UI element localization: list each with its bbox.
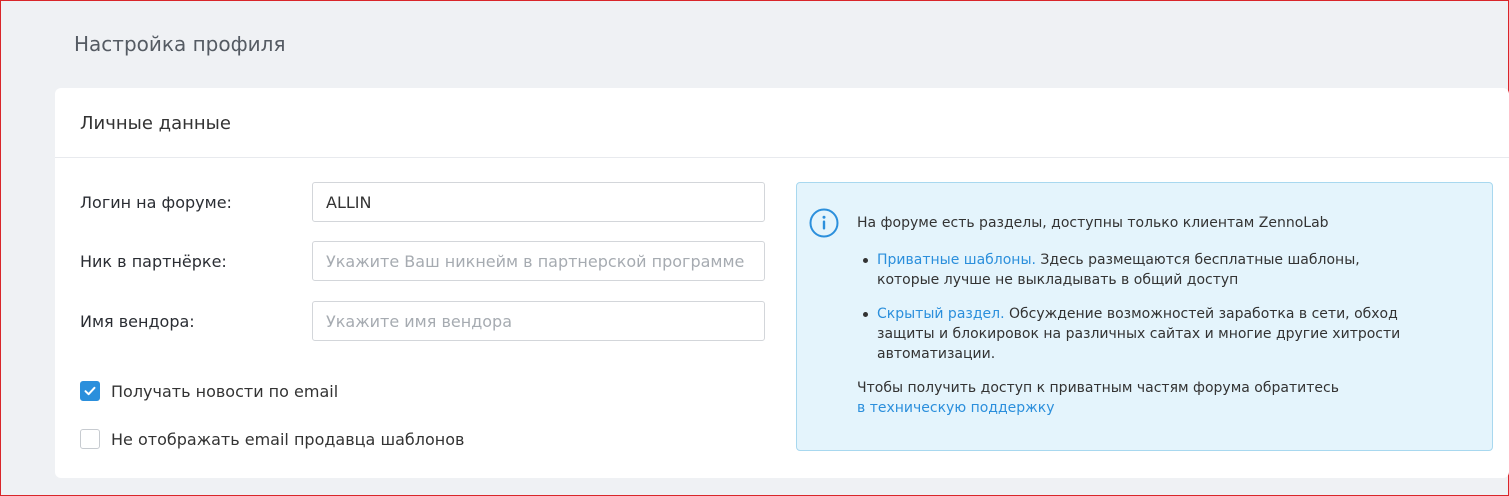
personal-data-card: Личные данные Логин на форуме: Ник в пар… xyxy=(55,88,1509,478)
nick-input[interactable] xyxy=(312,241,765,281)
hide-email-checkbox-row[interactable]: Не отображать email продавца шаблонов xyxy=(80,429,464,449)
vendor-row: Имя вендора: xyxy=(80,301,765,341)
checkmark-icon xyxy=(84,386,96,396)
login-label: Логин на форуме: xyxy=(80,192,232,212)
hide-email-checkbox-label: Не отображать email продавца шаблонов xyxy=(111,429,465,449)
list-item: Приватные шаблоны. Здесь размещаются бес… xyxy=(857,250,1417,290)
news-checkbox-row[interactable]: Получать новости по email xyxy=(80,381,338,401)
vendor-label: Имя вендора: xyxy=(80,311,195,331)
login-input[interactable] xyxy=(312,182,765,222)
info-footer: Чтобы получить доступ к приватным частям… xyxy=(857,378,1417,418)
support-link[interactable]: в техническую поддержку xyxy=(857,400,1055,416)
info-panel: На форуме есть разделы, доступны только … xyxy=(796,182,1493,451)
news-checkbox-label: Получать новости по email xyxy=(111,381,339,401)
info-content: На форуме есть разделы, доступны только … xyxy=(857,213,1417,418)
list-item: Скрытый раздел. Обсуждение возможностей … xyxy=(857,304,1417,364)
info-footer-text: Чтобы получить доступ к приватным частям… xyxy=(857,380,1339,396)
card-title: Личные данные xyxy=(55,88,1509,158)
info-list: Приватные шаблоны. Здесь размещаются бес… xyxy=(857,250,1417,364)
nick-row: Ник в партнёрке: xyxy=(80,241,765,281)
page-title: Настройка профиля xyxy=(74,32,286,56)
hidden-section-link[interactable]: Скрытый раздел. xyxy=(877,306,1005,322)
private-templates-link[interactable]: Приватные шаблоны. xyxy=(877,252,1036,268)
nick-label: Ник в партнёрке: xyxy=(80,251,227,271)
info-circle-icon xyxy=(809,208,839,238)
hide-email-checkbox[interactable] xyxy=(80,429,100,449)
vendor-input[interactable] xyxy=(312,301,765,341)
news-checkbox[interactable] xyxy=(80,381,100,401)
login-row: Логин на форуме: xyxy=(80,182,765,222)
info-intro: На форуме есть разделы, доступны только … xyxy=(857,215,1329,231)
